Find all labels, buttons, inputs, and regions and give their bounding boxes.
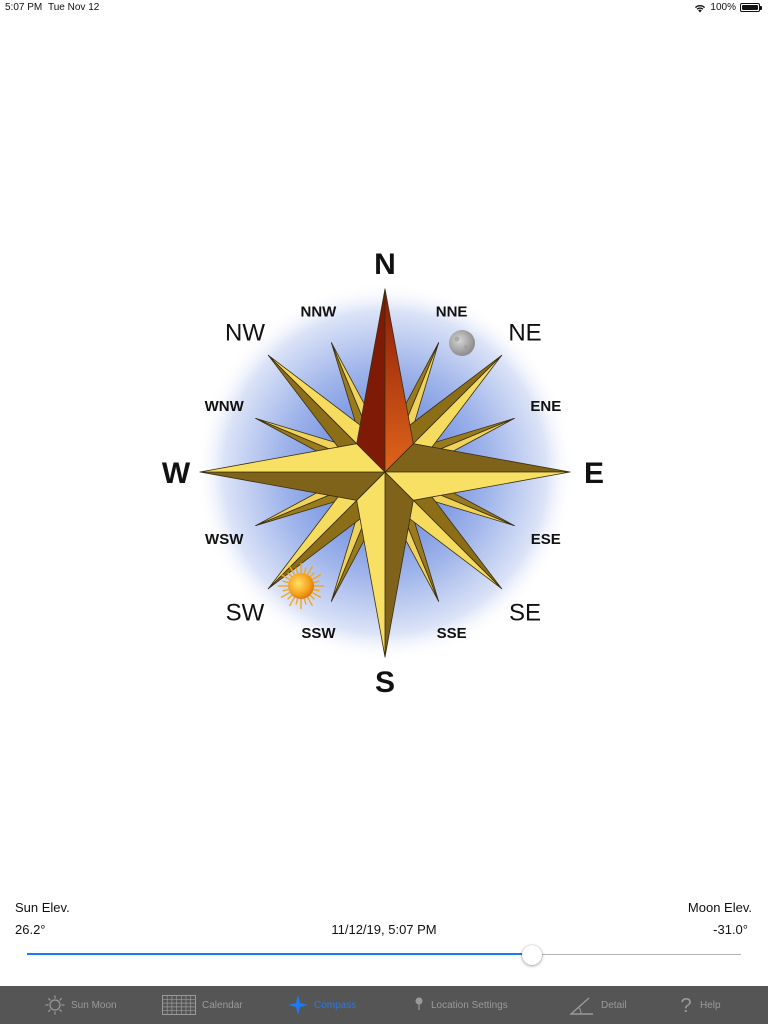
tab-compass[interactable]: Compass	[288, 986, 356, 1024]
time-slider[interactable]	[27, 945, 741, 966]
tab-label: Help	[700, 999, 721, 1011]
compass-label-ssw: SSW	[301, 625, 336, 642]
tab-detail[interactable]: Detail	[569, 986, 627, 1024]
tab-calendar[interactable]: Calendar	[162, 986, 243, 1024]
tab-location-settings[interactable]: Location Settings	[413, 986, 508, 1024]
tab-label: Compass	[314, 999, 357, 1011]
tab-label: Calendar	[202, 999, 243, 1011]
moon-elev-label: Moon Elev.	[687, 900, 752, 915]
compass-label-n: N	[374, 248, 396, 281]
tab-label: Location Settings	[431, 999, 508, 1011]
compass-label-ese: ESE	[531, 531, 561, 548]
tab-label: Sun Moon	[71, 999, 117, 1011]
svg-text:?: ?	[680, 995, 691, 1016]
compass: N E S W NE SE SW NW NNE ENE ESE SSE SSW WSW WNW NNW	[0, 0, 768, 880]
compass-rose: NESWNESESWNWNNEENEESESSESSWWSWWNWNNW	[162, 248, 604, 699]
compass-label-w: W	[162, 457, 191, 490]
compass-label-sw: SW	[226, 600, 265, 627]
compass-label-nne: NNE	[436, 304, 468, 321]
compass-label-s: S	[375, 666, 395, 699]
slider-thumb[interactable]	[521, 945, 542, 965]
calendar-icon	[162, 995, 196, 1015]
question-icon: ?	[680, 995, 691, 1016]
datetime-display: 11/12/19, 5:07 PM	[331, 922, 437, 937]
angle-icon	[569, 997, 593, 1015]
compass-label-sse: SSE	[437, 625, 467, 642]
compass-label-se: SE	[509, 600, 541, 627]
location-pin-icon	[415, 997, 423, 1010]
slider-fill	[27, 953, 532, 955]
compass-star-icon	[288, 995, 308, 1015]
tab-sun-moon[interactable]: Sun Moon	[45, 986, 117, 1024]
compass-label-wsw: WSW	[205, 531, 244, 548]
tab-bar: Sun Moon Calendar Compass Location Setti…	[0, 986, 768, 1024]
compass-label-nw: NW	[225, 320, 265, 347]
compass-label-wnw: WNW	[205, 398, 245, 415]
sun-elev-label: Sun Elev.	[15, 900, 70, 915]
compass-label-ne: NE	[508, 320, 541, 347]
moon-elev-value: -31.0°	[713, 922, 748, 937]
tab-label: Detail	[601, 999, 627, 1011]
moon-icon	[449, 330, 475, 356]
compass-label-nnw: NNW	[300, 304, 337, 321]
tab-help[interactable]: ? Help	[678, 986, 721, 1024]
sun-icon	[45, 995, 65, 1015]
compass-label-ene: ENE	[530, 398, 561, 415]
compass-label-e: E	[584, 457, 604, 490]
